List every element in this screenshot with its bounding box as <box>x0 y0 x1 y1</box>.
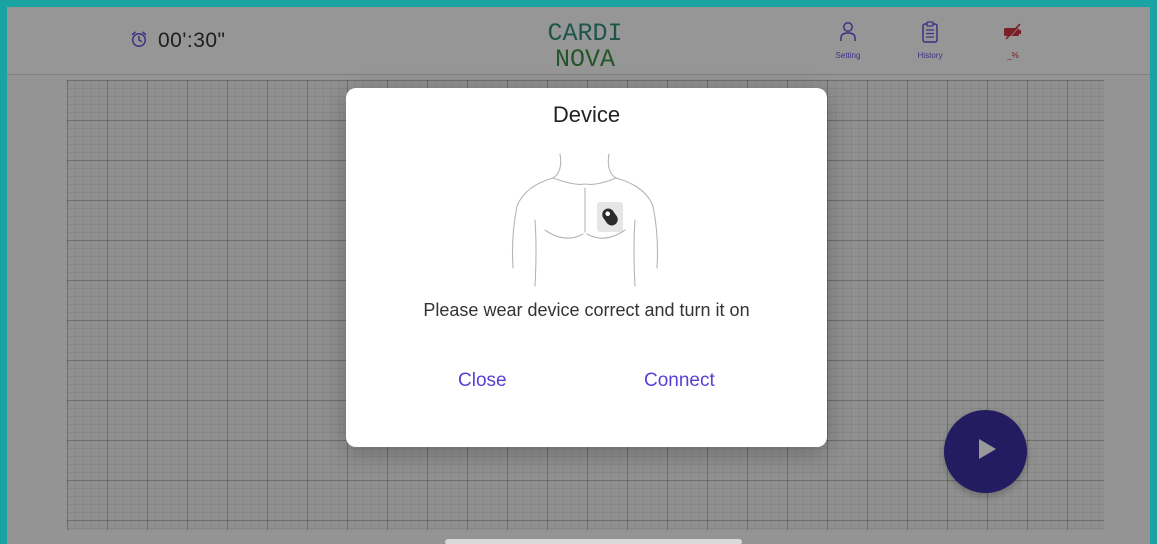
chest-device-illustration <box>505 148 665 288</box>
home-indicator[interactable] <box>445 539 742 544</box>
app-screen: 00':30" CARDI NOVA Setting History _% De… <box>7 7 1150 544</box>
connect-button[interactable]: Connect <box>644 370 715 392</box>
close-button[interactable]: Close <box>458 370 507 392</box>
device-dialog: Device Please wear device correct and tu… <box>346 88 827 447</box>
dialog-message: Please wear device correct and turn it o… <box>423 300 750 320</box>
dialog-title: Device <box>552 102 621 127</box>
